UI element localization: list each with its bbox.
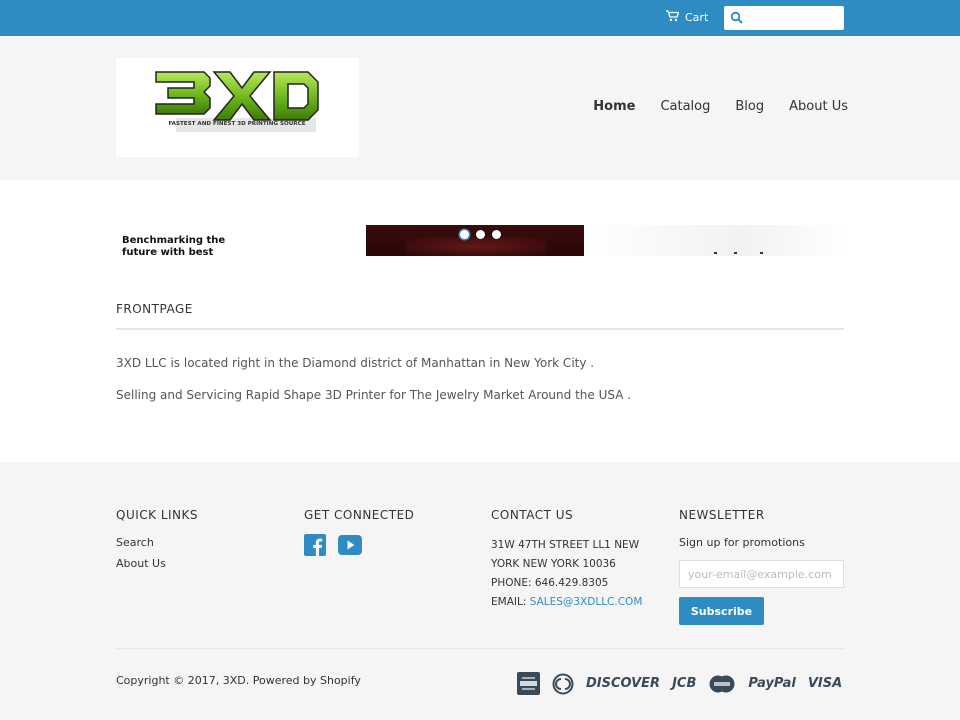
- paypal-icon: PayPal: [748, 676, 796, 691]
- contact-column: CONTACT US 31W 47TH STREET LL1 NEW YORK …: [491, 508, 642, 612]
- slide-text-panel: Benchmarking the future with best: [116, 225, 366, 256]
- logo-tagline: FASTEST AND FINEST 3D PRINTING SOURCE: [168, 121, 305, 127]
- cart-icon: [666, 10, 680, 25]
- nav-home[interactable]: Home: [593, 99, 635, 114]
- newsletter-text: Sign up for promotions: [679, 536, 805, 549]
- subscribe-button[interactable]: Subscribe: [679, 597, 764, 625]
- mastercard-icon: [708, 674, 736, 694]
- main-nav: Home Catalog Blog About Us: [593, 99, 848, 114]
- footer-divider: [116, 648, 844, 649]
- top-bar: Cart: [0, 0, 960, 36]
- youtube-icon[interactable]: [338, 534, 362, 560]
- copyright-notice: Copyright © 2017, 3XD.: [116, 674, 250, 687]
- discover-icon: DISCOVER: [586, 676, 661, 691]
- footer-link-search[interactable]: Search: [116, 536, 198, 549]
- powered-by-shopify-link[interactable]: Powered by Shopify: [253, 674, 361, 687]
- slide-caption: Benchmarking the future with best: [122, 235, 226, 256]
- site-footer: QUICK LINKS Search About Us GET CONNECTE…: [0, 462, 960, 720]
- search-icon[interactable]: [730, 10, 744, 24]
- slide-dot-3[interactable]: [492, 230, 501, 239]
- slide-dot-2[interactable]: [476, 230, 485, 239]
- contact-heading: CONTACT US: [491, 508, 574, 522]
- address-line-2: YORK NEW YORK 10036: [491, 558, 616, 570]
- contact-phone: PHONE: 646.429.8305: [491, 577, 609, 589]
- services-paragraph: Selling and Servicing Rapid Shape 3D Pri…: [116, 388, 632, 402]
- intro-paragraph: 3XD LLC is located right in the Diamond …: [116, 356, 595, 370]
- newsletter-column: NEWSLETTER Sign up for promotions Subscr…: [679, 508, 844, 625]
- get-connected-heading: GET CONNECTED: [304, 508, 415, 522]
- search-box: [724, 6, 844, 30]
- jcb-icon: JCB: [672, 676, 697, 691]
- american-express-icon: [517, 672, 540, 695]
- get-connected-column: GET CONNECTED: [304, 508, 414, 560]
- slide-right-panel: [584, 225, 848, 256]
- address-line-1: 31W 47TH STREET LL1 NEW: [491, 539, 640, 551]
- hero-slideshow[interactable]: Benchmarking the future with best: [116, 225, 848, 256]
- slide-dot-1[interactable]: [460, 230, 469, 239]
- site-header: FASTEST AND FINEST 3D PRINTING SOURCE Ho…: [0, 36, 960, 180]
- nav-catalog[interactable]: Catalog: [660, 99, 710, 114]
- diners-club-icon: [552, 673, 574, 695]
- contact-email-link[interactable]: SALES@3XDLLC.COM: [530, 596, 643, 608]
- visa-icon: VISA: [807, 676, 843, 691]
- footer-link-about-us[interactable]: About Us: [116, 557, 198, 570]
- email-label: EMAIL:: [491, 596, 530, 608]
- search-input[interactable]: [746, 9, 840, 27]
- slide-dots: [460, 230, 501, 239]
- newsletter-heading: NEWSLETTER: [679, 508, 765, 522]
- quick-links-column: QUICK LINKS Search About Us: [116, 508, 198, 578]
- cart-label: Cart: [685, 11, 709, 24]
- title-divider: [116, 328, 844, 330]
- site-logo[interactable]: FASTEST AND FINEST 3D PRINTING SOURCE: [116, 58, 359, 157]
- facebook-icon[interactable]: [304, 534, 326, 560]
- page-title: FRONTPAGE: [116, 302, 193, 316]
- nav-about-us[interactable]: About Us: [789, 99, 848, 114]
- copyright-text: Copyright © 2017, 3XD. Powered by Shopif…: [116, 674, 361, 687]
- nav-blog[interactable]: Blog: [735, 99, 764, 114]
- quick-links-heading: QUICK LINKS: [116, 508, 199, 522]
- contact-details: 31W 47TH STREET LL1 NEW YORK NEW YORK 10…: [491, 536, 642, 612]
- payment-icons: DISCOVER JCB PayPal VISA: [517, 672, 842, 695]
- cart-link[interactable]: Cart: [666, 10, 708, 25]
- newsletter-email-input[interactable]: [679, 560, 844, 588]
